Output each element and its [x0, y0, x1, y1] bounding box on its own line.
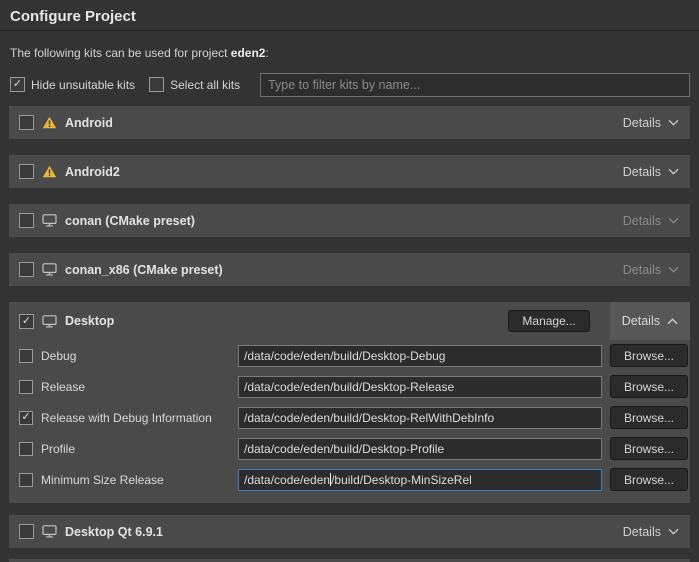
desktop-icon — [42, 315, 57, 328]
build-config-row-relwithdebinfo: Release with Debug Information /data/cod… — [9, 402, 690, 433]
hide-unsuitable-kits-option[interactable]: Hide unsuitable kits — [10, 77, 135, 92]
hide-unsuitable-kits-label: Hide unsuitable kits — [31, 78, 135, 92]
kit-details-toggle-conan-x86[interactable]: Details — [622, 263, 680, 277]
chevron-down-icon — [668, 528, 679, 535]
kit-details-toggle-android2[interactable]: Details — [622, 165, 680, 179]
select-all-kits-option[interactable]: Select all kits — [149, 77, 240, 92]
kit-checkbox-desktop[interactable] — [19, 314, 34, 329]
browse-button-minsizerel[interactable]: Browse... — [610, 468, 688, 491]
chevron-up-icon — [667, 318, 678, 325]
build-config-label: Release with Debug Information — [41, 411, 212, 425]
kit-section-desktop: Desktop Manage... Details Debug /data/co… — [9, 302, 690, 503]
kit-details-toggle-conan[interactable]: Details — [622, 214, 680, 228]
kit-checkbox-android2[interactable] — [19, 164, 34, 179]
kit-row-desktop: Desktop Manage... Details — [9, 302, 690, 340]
desktop-icon — [42, 263, 57, 276]
browse-button-release[interactable]: Browse... — [610, 375, 688, 398]
build-config-row-minsizerel: Minimum Size Release /data/code/eden /bu… — [9, 464, 690, 495]
kit-checkbox-android[interactable] — [19, 115, 34, 130]
details-label: Details — [623, 165, 661, 179]
build-config-row-profile: Profile /data/code/eden/build/Desktop-Pr… — [9, 433, 690, 464]
intro-prefix: The following kits can be used for proje… — [10, 46, 231, 60]
kit-name: Desktop Qt 6.9.1 — [65, 525, 163, 539]
build-dir-text: /data/code/eden/build/Desktop-Debug — [244, 349, 445, 363]
build-dir-text: /data/code/eden/build/Desktop-Release — [244, 380, 454, 394]
build-config-checkbox-debug[interactable] — [19, 349, 33, 363]
build-dir-input-profile[interactable]: /data/code/eden/build/Desktop-Profile — [238, 438, 602, 460]
build-dir-text-after-caret: /build/Desktop-MinSizeRel — [331, 473, 472, 487]
build-config-label: Release — [41, 380, 85, 394]
chevron-down-icon — [668, 217, 679, 224]
build-config-label: Debug — [41, 349, 76, 363]
build-config-row-debug: Debug /data/code/eden/build/Desktop-Debu… — [9, 340, 690, 371]
build-dir-input-debug[interactable]: /data/code/eden/build/Desktop-Debug — [238, 345, 602, 367]
kit-checkbox-conan-x86[interactable] — [19, 262, 34, 277]
hide-unsuitable-kits-checkbox[interactable] — [10, 77, 25, 92]
build-dir-text: /data/code/eden/build/Desktop-Profile — [244, 442, 444, 456]
manage-kits-button[interactable]: Manage... — [508, 310, 589, 332]
browse-button-debug[interactable]: Browse... — [610, 344, 688, 367]
build-config-checkbox-minsizerel[interactable] — [19, 473, 33, 487]
kit-list: Android Details Android2 Details conan (… — [9, 106, 690, 548]
build-dir-input-relwithdebinfo[interactable]: /data/code/eden/build/Desktop-RelWithDeb… — [238, 407, 602, 429]
kit-details-toggle-desktop[interactable]: Details — [610, 302, 690, 340]
browse-button-profile[interactable]: Browse... — [610, 437, 688, 460]
kits-intro-text: The following kits can be used for proje… — [10, 46, 689, 60]
kit-details-toggle-desktop-qt-691[interactable]: Details — [622, 525, 680, 539]
chevron-down-icon — [668, 266, 679, 273]
select-all-kits-checkbox[interactable] — [149, 77, 164, 92]
kit-row-android2: Android2 Details — [9, 155, 690, 188]
build-config-label-group: Release with Debug Information — [19, 411, 238, 425]
chevron-down-icon — [668, 168, 679, 175]
build-dir-input-minsizerel[interactable]: /data/code/eden /build/Desktop-MinSizeRe… — [238, 469, 602, 491]
build-config-label-group: Release — [19, 380, 238, 394]
build-config-label-group: Profile — [19, 442, 238, 456]
build-dir-text-before-caret: /data/code/eden — [244, 473, 330, 487]
details-label: Details — [623, 116, 661, 130]
filter-controls: Hide unsuitable kits Select all kits — [10, 72, 690, 97]
kit-name: conan_x86 (CMake preset) — [65, 263, 223, 277]
build-dir-text: /data/code/eden/build/Desktop-RelWithDeb… — [244, 411, 494, 425]
select-all-kits-label: Select all kits — [170, 78, 240, 92]
page-header: Configure Project — [0, 0, 699, 31]
build-config-label-group: Minimum Size Release — [19, 473, 238, 487]
build-dir-input-release[interactable]: /data/code/eden/build/Desktop-Release — [238, 376, 602, 398]
kit-row-conan-x86: conan_x86 (CMake preset) Details — [9, 253, 690, 286]
kit-filter-input[interactable] — [260, 73, 690, 97]
kit-checkbox-desktop-qt-691[interactable] — [19, 524, 34, 539]
kit-name: conan (CMake preset) — [65, 214, 195, 228]
kit-name: Desktop — [65, 314, 114, 328]
details-label: Details — [623, 263, 661, 277]
build-config-label: Minimum Size Release — [41, 473, 164, 487]
warning-icon — [42, 116, 57, 129]
kit-row-conan: conan (CMake preset) Details — [9, 204, 690, 237]
build-config-checkbox-release[interactable] — [19, 380, 33, 394]
kit-name: Android — [65, 116, 113, 130]
details-label: Details — [623, 525, 661, 539]
build-config-checkbox-relwithdebinfo[interactable] — [19, 411, 33, 425]
build-config-label: Profile — [41, 442, 75, 456]
page-title: Configure Project — [10, 8, 689, 25]
build-config-row-release: Release /data/code/eden/build/Desktop-Re… — [9, 371, 690, 402]
kit-row-android: Android Details — [9, 106, 690, 139]
details-label: Details — [623, 214, 661, 228]
desktop-icon — [42, 525, 57, 538]
kit-checkbox-conan[interactable] — [19, 213, 34, 228]
chevron-down-icon — [668, 119, 679, 126]
build-config-checkbox-profile[interactable] — [19, 442, 33, 456]
kit-name: Android2 — [65, 165, 120, 179]
intro-suffix: : — [265, 46, 268, 60]
kit-details-toggle-android[interactable]: Details — [622, 116, 680, 130]
details-label: Details — [622, 314, 660, 328]
warning-icon — [42, 165, 57, 178]
kit-row-desktop-qt-691: Desktop Qt 6.9.1 Details — [9, 515, 690, 548]
project-name: eden2 — [231, 46, 266, 60]
build-config-label-group: Debug — [19, 349, 238, 363]
browse-button-relwithdebinfo[interactable]: Browse... — [610, 406, 688, 429]
desktop-icon — [42, 214, 57, 227]
